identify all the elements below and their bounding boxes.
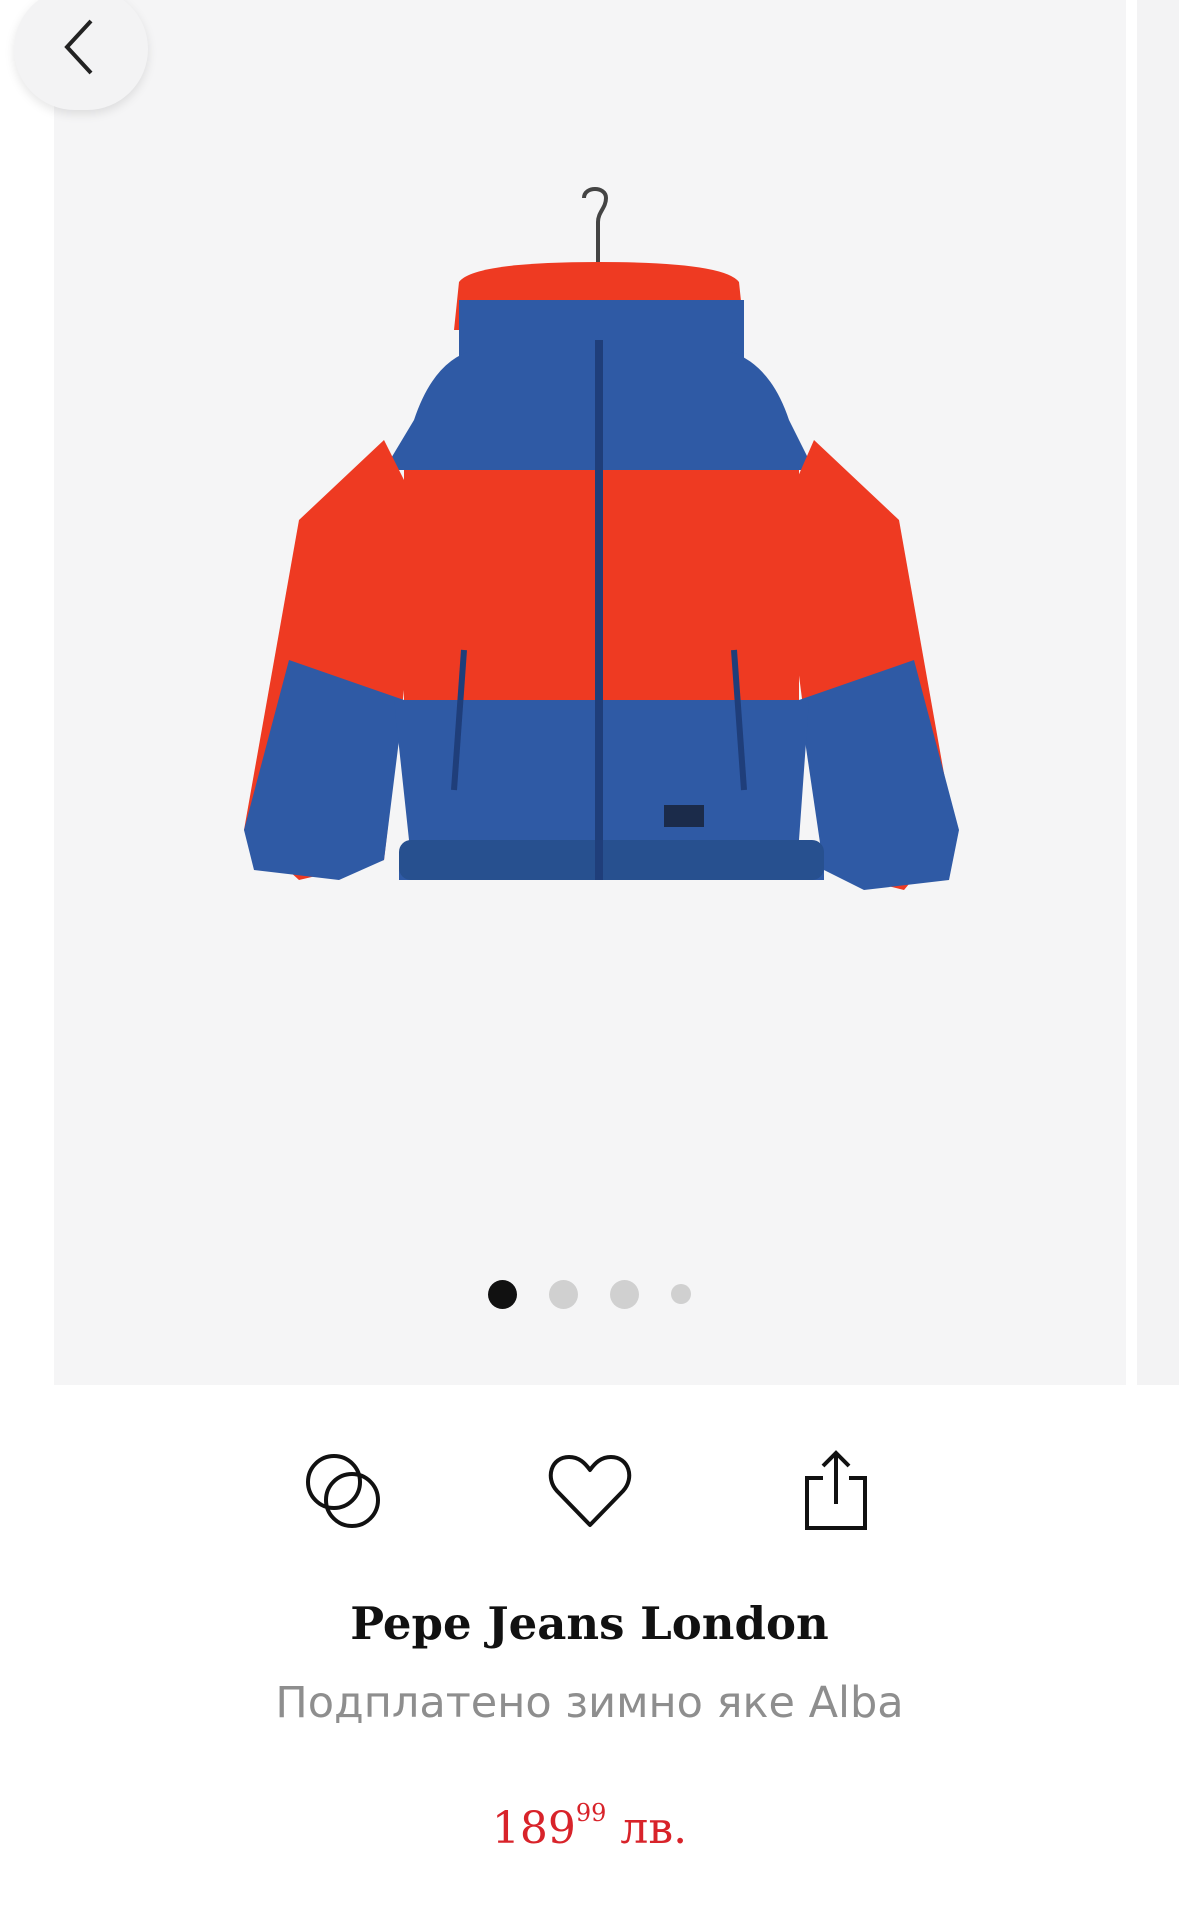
pagination-dot[interactable]: [488, 1279, 517, 1309]
next-image-peek[interactable]: [1137, 0, 1179, 1385]
pagination-dot[interactable]: [671, 1284, 691, 1304]
product-image-gallery[interactable]: [54, 0, 1126, 1385]
share-button[interactable]: [791, 1448, 881, 1538]
compare-circles-icon: [300, 1448, 386, 1538]
price-currency: лв.: [620, 1803, 688, 1854]
product-brand[interactable]: Pepe Jeans London: [0, 1597, 1179, 1650]
price-cents: 99: [575, 1799, 607, 1828]
compare-button[interactable]: [298, 1448, 388, 1538]
wishlist-button[interactable]: [545, 1448, 635, 1538]
price-main: 189: [491, 1803, 576, 1854]
heart-icon: [547, 1451, 633, 1535]
pagination-dot[interactable]: [610, 1279, 639, 1309]
product-actions: [0, 1448, 1179, 1538]
pagination-dot[interactable]: [549, 1279, 578, 1309]
product-price: 18999 лв.: [0, 1799, 1179, 1854]
image-pagination[interactable]: [54, 1274, 1126, 1314]
chevron-left-icon: [61, 17, 101, 81]
product-name: Подплатено зимно яке Alba: [275, 1678, 904, 1728]
back-button[interactable]: [14, 0, 148, 110]
product-image: [244, 187, 959, 890]
share-icon: [801, 1448, 871, 1538]
